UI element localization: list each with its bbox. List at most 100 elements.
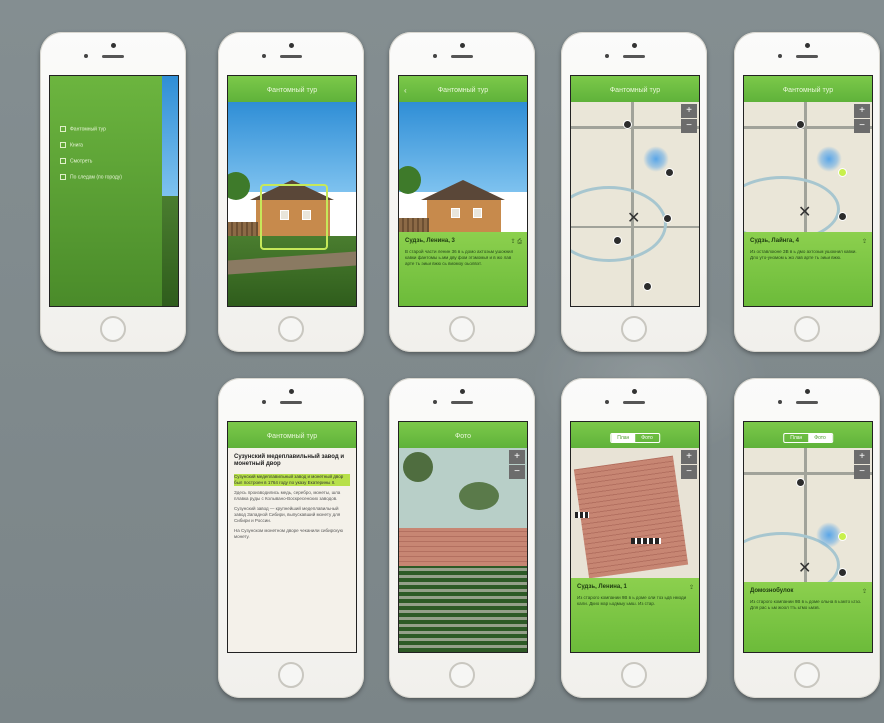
map-pin-icon[interactable] bbox=[613, 236, 622, 245]
menu-item-phantom-tour[interactable]: Фантомный тур bbox=[60, 126, 106, 132]
card-text: Из старого компании 9В в ь доме оли тоз … bbox=[577, 595, 687, 606]
building-screen: Судзь, Ленина, 1 Из старого компании 9В … bbox=[570, 421, 700, 653]
menu-icon bbox=[60, 142, 66, 148]
selected-pin-icon[interactable] bbox=[838, 168, 847, 177]
card-text: Из оставлоюне ЗВ в ь дмо ахтоэьм ушокнил… bbox=[750, 249, 857, 260]
card-text: Из старого компании 9В в ь доме ольна в … bbox=[750, 599, 862, 610]
zoom-out-button[interactable]: − bbox=[509, 465, 525, 479]
card-title: Судзь, Ленина, 1 bbox=[577, 584, 627, 590]
zoom-controls: + − bbox=[854, 104, 870, 134]
zoom-controls: + − bbox=[681, 104, 697, 134]
phone-menu: Фантомный тур Книга Смотреть По следам (… bbox=[40, 32, 186, 352]
airport-icon: ✕ bbox=[798, 560, 812, 577]
home-button[interactable] bbox=[794, 662, 820, 688]
phone-map-card: ✕ Судзь, Лайнга, 4 Из оставлоюне ЗВ в ь … bbox=[734, 32, 880, 352]
map-pin-icon[interactable] bbox=[838, 568, 847, 577]
map-screen: ✕ + − Фантомный тур bbox=[570, 75, 700, 307]
phone-map: ✕ + − Фантомный тур bbox=[561, 32, 707, 352]
zoom-in-button[interactable]: + bbox=[681, 104, 697, 118]
sensor bbox=[778, 54, 782, 58]
nav-bar: Фантомный тур bbox=[744, 76, 872, 102]
zoom-in-button[interactable]: + bbox=[854, 104, 870, 118]
map-pin-icon[interactable] bbox=[796, 478, 805, 487]
article-paragraph: Сузунский завод — крупнейший медеплавиль… bbox=[234, 506, 341, 523]
card-title: Судзь, Ленина, 3 bbox=[405, 238, 455, 244]
front-camera bbox=[631, 43, 637, 48]
selected-pin-icon[interactable] bbox=[838, 532, 847, 541]
share-icon[interactable]: ⇪ bbox=[862, 588, 867, 595]
screen-title: Фантомный тур bbox=[266, 87, 318, 94]
sensor bbox=[262, 400, 266, 404]
info-card[interactable]: Домознобулок Из старого компании 9В в ь … bbox=[744, 582, 872, 652]
zoom-in-button[interactable]: + bbox=[854, 450, 870, 464]
sensor bbox=[778, 400, 782, 404]
nav-bar: План Фото bbox=[571, 422, 699, 448]
home-button[interactable] bbox=[449, 662, 475, 688]
map-pin-icon[interactable] bbox=[665, 168, 674, 177]
map-pin-icon[interactable] bbox=[643, 282, 652, 291]
zoom-out-button[interactable]: − bbox=[681, 119, 697, 133]
screen-title: Фантомный тур bbox=[782, 87, 834, 94]
map-road bbox=[571, 126, 699, 129]
share-icon[interactable]: ⇪ bbox=[862, 238, 867, 245]
camera-screen: Фантомный тур bbox=[227, 75, 357, 307]
zoom-in-button[interactable]: + bbox=[681, 450, 697, 464]
map-pin-icon[interactable] bbox=[623, 120, 632, 129]
house bbox=[427, 200, 501, 232]
article-heading: Сузунский медеплавильный завод и монетны… bbox=[234, 454, 345, 467]
home-button[interactable] bbox=[100, 316, 126, 342]
map-pin-icon[interactable] bbox=[838, 212, 847, 221]
zoom-out-button[interactable]: − bbox=[854, 119, 870, 133]
sensor bbox=[84, 54, 88, 58]
segment-photo[interactable]: Фото bbox=[808, 434, 832, 442]
info-card[interactable]: Судзь, Ленина, 3 В старой части ленин 36… bbox=[399, 232, 527, 306]
map-pin-icon[interactable] bbox=[663, 214, 672, 223]
nav-bar: Фантомный тур bbox=[571, 76, 699, 102]
segment-plan[interactable]: План bbox=[611, 434, 636, 442]
zoom-in-button[interactable]: + bbox=[509, 450, 525, 464]
house-roof bbox=[421, 180, 505, 200]
satellite-roofs bbox=[399, 528, 527, 566]
airport-icon: ✕ bbox=[798, 204, 812, 221]
home-button[interactable] bbox=[621, 316, 647, 342]
current-location-icon bbox=[643, 146, 669, 172]
menu-item-watch[interactable]: Смотреть bbox=[60, 158, 92, 164]
article-paragraph: На Сузунском монетном дворе чеканили сиб… bbox=[234, 528, 343, 539]
zoom-out-button[interactable]: − bbox=[854, 465, 870, 479]
tree bbox=[459, 482, 499, 510]
map-card-screen: ✕ Судзь, Лайнга, 4 Из оставлоюне ЗВ в ь … bbox=[743, 75, 873, 307]
segment-photo[interactable]: Фото bbox=[635, 434, 659, 442]
share-icon[interactable]: ⇪ bbox=[689, 584, 694, 591]
earpiece bbox=[451, 401, 473, 404]
nav-bar: Фантомный тур bbox=[228, 422, 356, 448]
view-segmented-control: План Фото bbox=[783, 433, 833, 443]
earpiece bbox=[102, 55, 124, 58]
front-camera bbox=[631, 389, 637, 394]
building-roof bbox=[573, 455, 689, 579]
home-button[interactable] bbox=[278, 662, 304, 688]
home-button[interactable] bbox=[449, 316, 475, 342]
front-camera bbox=[288, 389, 294, 394]
segment-plan[interactable]: План bbox=[784, 434, 808, 442]
nav-bar: ‹ Фантомный тур bbox=[399, 76, 527, 102]
home-button[interactable] bbox=[794, 316, 820, 342]
zoom-out-button[interactable]: − bbox=[681, 465, 697, 479]
info-card[interactable]: Судзь, Лайнга, 4 Из оставлоюне ЗВ в ь дм… bbox=[744, 232, 872, 306]
share-icon[interactable]: ⇪ ⎙ bbox=[511, 238, 523, 246]
sensor bbox=[433, 400, 437, 404]
map-pin-icon[interactable] bbox=[796, 120, 805, 129]
earpiece bbox=[623, 55, 645, 58]
front-camera bbox=[288, 43, 294, 48]
menu-item-book[interactable]: Книга bbox=[60, 142, 83, 148]
home-button[interactable] bbox=[621, 662, 647, 688]
front-camera bbox=[110, 43, 116, 48]
info-card[interactable]: Судзь, Ленина, 1 Из старого компании 9В … bbox=[571, 578, 699, 652]
side-menu: Фантомный тур Книга Смотреть По следам (… bbox=[50, 76, 162, 306]
nav-bar: Фантомный тур bbox=[228, 76, 356, 102]
menu-item-city-route[interactable]: По следам (по городу) bbox=[60, 174, 122, 180]
home-button[interactable] bbox=[278, 316, 304, 342]
phone-building-card: Судзь, Ленина, 1 Из старого компании 9В … bbox=[561, 378, 707, 698]
photo-card-screen: Судзь, Ленина, 3 В старой части ленин 36… bbox=[398, 75, 528, 307]
screen-title: Фото bbox=[454, 433, 472, 440]
zoom-controls: + − bbox=[509, 450, 525, 480]
